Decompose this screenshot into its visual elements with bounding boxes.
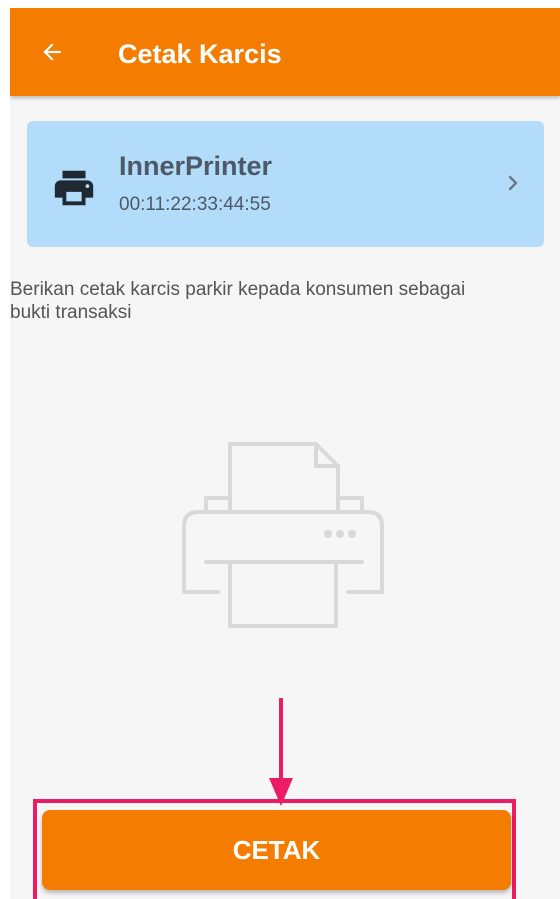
print-button[interactable]: CETAK (42, 810, 511, 890)
back-button[interactable] (32, 32, 72, 72)
instruction-text: Berikan cetak karcis parkir kepada konsu… (10, 279, 466, 323)
printer-outline-illustration (182, 442, 384, 628)
printer-name: InnerPrinter (119, 151, 273, 181)
page-title: Cetak Karcis (118, 39, 282, 69)
app-bar: Cetak Karcis (10, 8, 560, 96)
printer-icon (54, 170, 94, 206)
app-screen: Cetak Karcis InnerPrinter 00:11:22:33:44… (10, 8, 560, 899)
printer-selector[interactable]: InnerPrinter 00:11:22:33:44:55 (27, 121, 544, 247)
arrow-down-annotation (269, 698, 293, 806)
arrow-left-icon (43, 43, 61, 61)
printer-address: 00:11:22:33:44:55 (119, 194, 271, 215)
chevron-right-icon (508, 175, 518, 191)
